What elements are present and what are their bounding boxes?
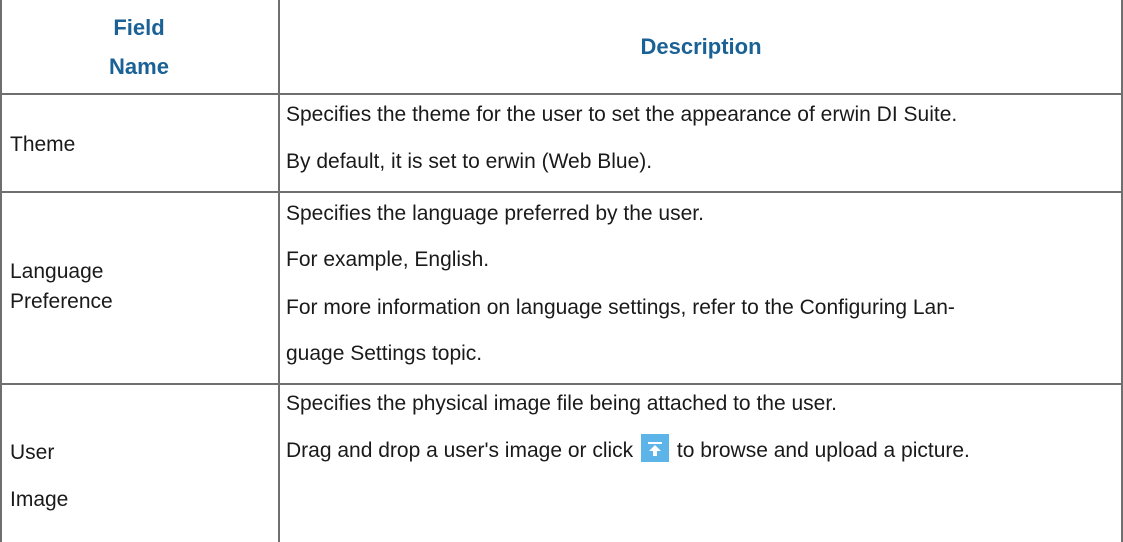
description-line: Specifies the physical image file being … — [286, 392, 838, 415]
column-divider — [278, 0, 280, 542]
description-line: guage Settings topic. — [286, 342, 483, 365]
header-field-line2: Name — [109, 53, 169, 79]
header-description-label: Description — [640, 34, 762, 59]
description-text-before-icon: Drag and drop a user's image or click — [286, 439, 634, 462]
row-divider-2 — [0, 383, 1123, 385]
description-line-upload: Drag and drop a user's image or click to… — [286, 434, 970, 467]
description-line: For example, English. — [286, 248, 490, 271]
description-text-after-icon: to browse and upload a picture. — [676, 439, 970, 462]
header-field-line1: Field — [113, 14, 165, 40]
field-name-image: Image — [10, 488, 69, 511]
row-divider-1 — [0, 191, 1123, 193]
table-border-left — [0, 0, 2, 542]
description-line: Specifies the language preferred by the … — [286, 202, 704, 225]
row-divider-header — [0, 93, 1123, 95]
header-field-name: Field Name — [1, 0, 277, 93]
field-name-preference: Preference — [10, 290, 113, 313]
field-name-language: Language — [10, 260, 104, 283]
field-name-theme: Theme — [10, 133, 76, 156]
description-line: By default, it is set to erwin (Web Blue… — [286, 150, 653, 173]
upload-icon[interactable] — [641, 434, 670, 462]
header-description: Description — [280, 0, 1122, 93]
description-line: For more information on language setting… — [286, 296, 955, 319]
description-line: Specifies the theme for the user to set … — [286, 103, 958, 126]
field-name-user: User — [10, 441, 55, 464]
